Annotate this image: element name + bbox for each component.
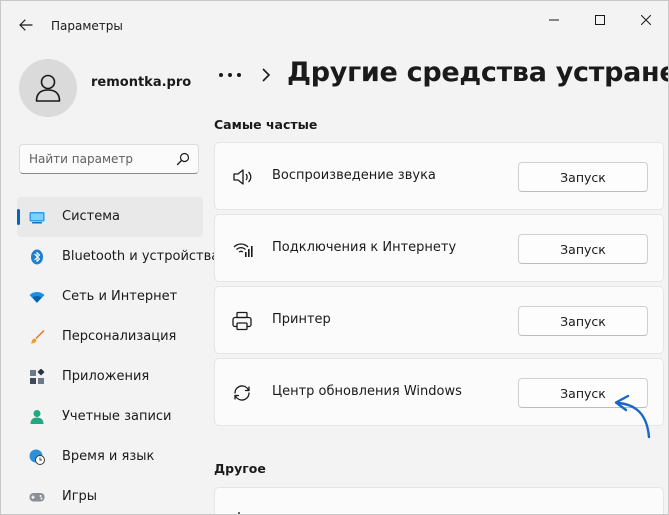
sidebar-nav: Система Bluetooth и устройства Сеть и Ин… bbox=[17, 197, 219, 514]
sidebar-item-label: Сеть и Интернет bbox=[62, 289, 178, 304]
maximize-icon bbox=[595, 15, 605, 25]
troubleshooter-label: Подключения к Интернету bbox=[272, 240, 457, 255]
wifi-signal-icon bbox=[233, 243, 253, 257]
user-profile[interactable]: remontka.pro bbox=[19, 59, 199, 119]
bluetooth-icon bbox=[31, 249, 43, 265]
app-title: Параметры bbox=[51, 19, 123, 33]
person-icon bbox=[30, 410, 44, 424]
printer-icon bbox=[232, 311, 252, 331]
apps-icon bbox=[30, 369, 45, 384]
sidebar-item-label: Bluetooth и устройства bbox=[62, 249, 220, 264]
run-button[interactable]: Запуск bbox=[518, 234, 648, 264]
section-title-other: Другое bbox=[214, 461, 266, 476]
search-box bbox=[19, 144, 199, 174]
troubleshooter-card-other bbox=[214, 487, 664, 514]
sidebar-item-label: Система bbox=[62, 209, 121, 224]
troubleshooter-label: Принтер bbox=[272, 312, 331, 327]
monitor-icon bbox=[29, 212, 45, 224]
troubleshooter-card-printer: Принтер Запуск bbox=[214, 286, 664, 354]
maximize-button[interactable] bbox=[577, 7, 623, 33]
page-title: Другие средства устранения bbox=[287, 57, 668, 88]
back-arrow-icon bbox=[19, 19, 33, 31]
run-button[interactable]: Запуск bbox=[518, 162, 648, 192]
section-title-frequent: Самые частые bbox=[214, 117, 318, 132]
gamepad-icon bbox=[29, 493, 45, 502]
person-avatar-icon bbox=[35, 74, 61, 102]
sidebar-item-label: Персонализация bbox=[62, 329, 177, 344]
globe-clock-icon bbox=[29, 449, 45, 465]
sidebar-item-label: Учетные записи bbox=[62, 409, 172, 424]
sidebar-item-system[interactable]: Система bbox=[17, 197, 203, 237]
sidebar-item-bluetooth[interactable]: Bluetooth и устройства bbox=[17, 237, 219, 277]
brush-icon bbox=[31, 330, 45, 344]
sidebar-item-time-language[interactable]: Время и язык bbox=[17, 437, 203, 477]
active-indicator bbox=[17, 209, 20, 225]
speaker-icon bbox=[233, 169, 252, 185]
back-button[interactable] bbox=[13, 13, 39, 37]
settings-window: Параметры remontka.pro Система Bluetooth bbox=[0, 0, 669, 515]
sidebar-item-apps[interactable]: Приложения bbox=[17, 357, 203, 397]
troubleshooter-label: Воспроизведение звука bbox=[272, 168, 436, 183]
close-button[interactable] bbox=[623, 7, 668, 33]
sidebar-item-label: Приложения bbox=[62, 369, 150, 384]
title-bar: Параметры bbox=[1, 1, 668, 45]
minimize-button[interactable] bbox=[531, 7, 577, 33]
search-input[interactable] bbox=[20, 145, 179, 173]
avatar bbox=[19, 59, 77, 117]
search-icon[interactable] bbox=[176, 152, 190, 166]
troubleshooter-card-internet: Подключения к Интернету Запуск bbox=[214, 214, 664, 282]
close-icon bbox=[641, 15, 651, 25]
sidebar-item-gaming[interactable]: Игры bbox=[17, 477, 203, 514]
chevron-right-icon bbox=[262, 68, 271, 82]
annotation-arrow-icon bbox=[614, 394, 651, 439]
troubleshooter-label: Центр обновления Windows bbox=[272, 384, 462, 399]
pointer-icon bbox=[238, 512, 240, 514]
run-button[interactable]: Запуск bbox=[518, 306, 648, 336]
minimize-icon bbox=[549, 19, 559, 21]
sidebar-item-personalization[interactable]: Персонализация bbox=[17, 317, 203, 357]
troubleshooter-card-windows-update: Центр обновления Windows Запуск bbox=[214, 358, 664, 426]
troubleshooter-card-sound: Воспроизведение звука Запуск bbox=[214, 142, 664, 210]
sidebar-item-label: Время и язык bbox=[62, 449, 155, 464]
wifi-icon bbox=[29, 292, 45, 303]
sidebar-item-accounts[interactable]: Учетные записи bbox=[17, 397, 203, 437]
user-name: remontka.pro bbox=[91, 75, 192, 90]
sidebar-item-label: Игры bbox=[62, 489, 98, 504]
sidebar-item-network[interactable]: Сеть и Интернет bbox=[17, 277, 203, 317]
breadcrumb-more-icon[interactable] bbox=[217, 65, 243, 85]
sync-icon bbox=[234, 385, 250, 401]
